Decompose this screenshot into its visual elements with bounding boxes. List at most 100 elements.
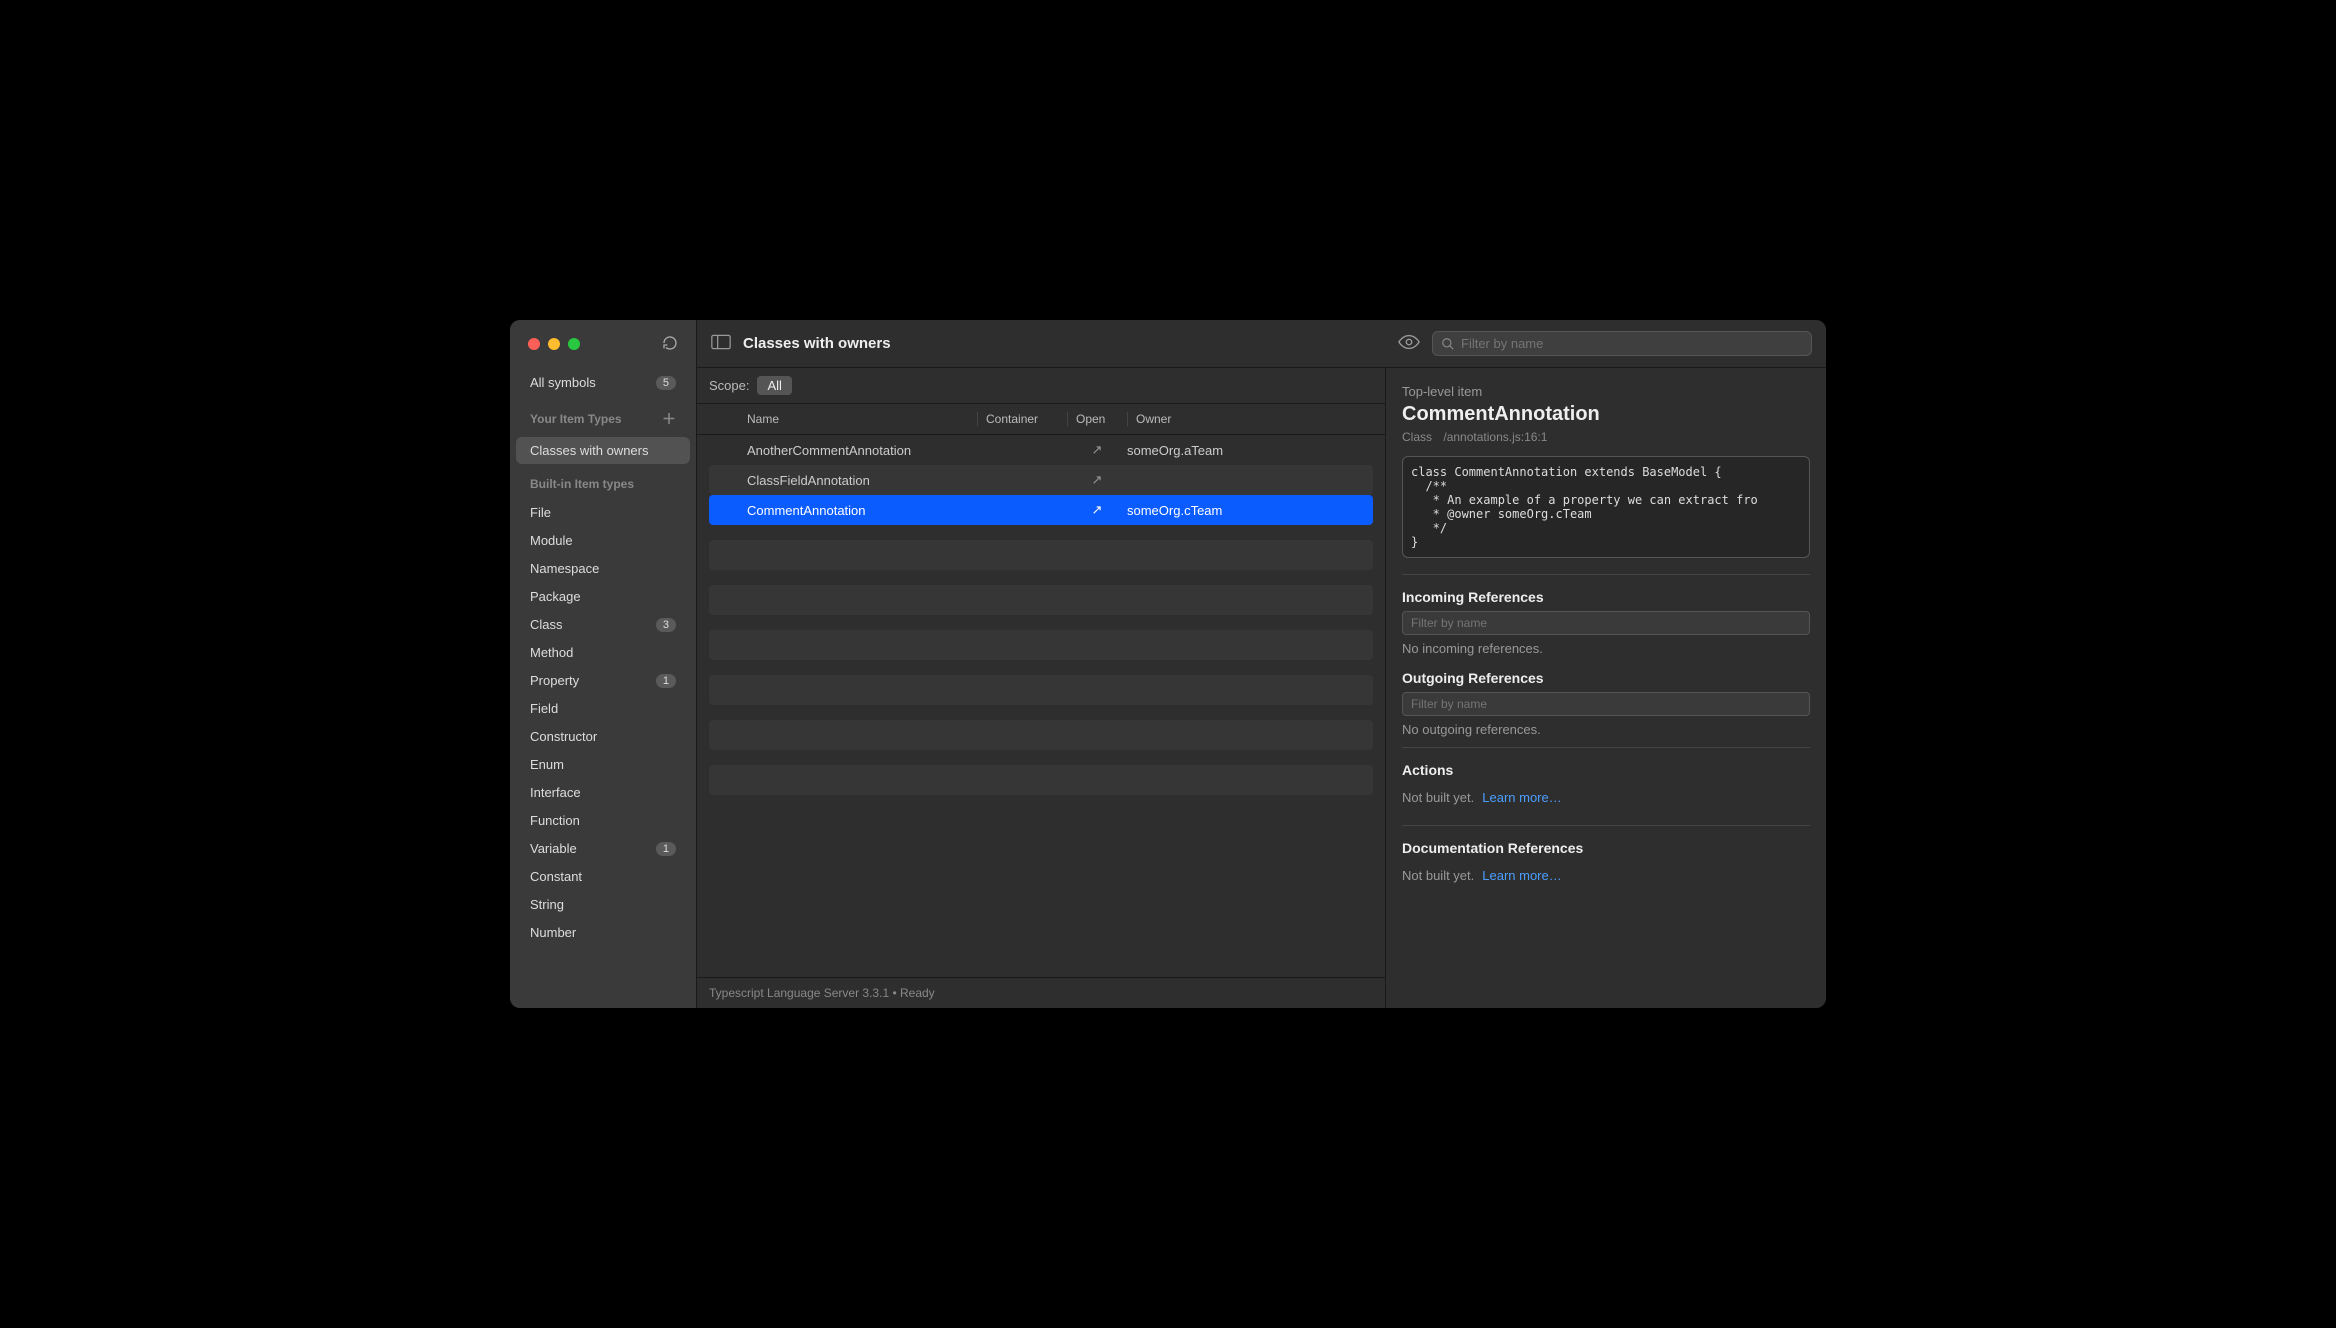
table-row[interactable]: ClassFieldAnnotation ↗ bbox=[709, 465, 1373, 495]
sidebar-item-constant[interactable]: Constant bbox=[516, 863, 690, 890]
placeholder-row bbox=[709, 675, 1373, 705]
sidebar-item-label: Package bbox=[530, 589, 581, 604]
search-icon bbox=[1441, 337, 1455, 351]
sidebar-item-label: Function bbox=[530, 813, 580, 828]
detail-pane: Top-level item CommentAnnotation Class /… bbox=[1386, 368, 1826, 1008]
refresh-button[interactable] bbox=[662, 335, 678, 354]
sidebar-item-label: Namespace bbox=[530, 561, 599, 576]
sidebar-item-label: Number bbox=[530, 925, 576, 940]
sidebar-item-function[interactable]: Function bbox=[516, 807, 690, 834]
detail-meta: Class /annotations.js:16:1 bbox=[1402, 430, 1810, 444]
row-owner: someOrg.cTeam bbox=[1127, 503, 1307, 518]
sidebar-item-module[interactable]: Module bbox=[516, 527, 690, 554]
outgoing-filter-input[interactable] bbox=[1402, 692, 1810, 716]
minimize-window-button[interactable] bbox=[548, 338, 560, 350]
sidebar-item-label: Module bbox=[530, 533, 573, 548]
sidebar-item-label: File bbox=[530, 505, 551, 520]
add-type-button[interactable]: ＋ bbox=[662, 409, 676, 429]
docrefs-learn-more-link[interactable]: Learn more… bbox=[1482, 868, 1561, 883]
placeholder-row bbox=[709, 720, 1373, 750]
table-header: Name Container Open Owner bbox=[697, 404, 1385, 435]
open-link-icon[interactable]: ↗ bbox=[1067, 442, 1127, 458]
sidebar-item-label: Variable bbox=[530, 841, 577, 856]
row-name: ClassFieldAnnotation bbox=[747, 473, 977, 488]
outgoing-empty: No outgoing references. bbox=[1402, 722, 1810, 737]
sidebar-item-file[interactable]: File bbox=[516, 499, 690, 526]
sidebar-item-interface[interactable]: Interface bbox=[516, 779, 690, 806]
sidebar-item-package[interactable]: Package bbox=[516, 583, 690, 610]
status-bar: Typescript Language Server 3.3.1 • Ready bbox=[697, 977, 1385, 1008]
toolbar: Classes with owners bbox=[697, 320, 1826, 368]
scope-value[interactable]: All bbox=[757, 376, 791, 395]
detail-kind: Class bbox=[1402, 430, 1432, 444]
count-badge: 5 bbox=[656, 376, 676, 390]
sidebar-item-label: Constructor bbox=[530, 729, 597, 744]
sidebar-item-string[interactable]: String bbox=[516, 891, 690, 918]
titlebar bbox=[510, 320, 696, 368]
search-field[interactable] bbox=[1432, 331, 1812, 356]
detail-path: /annotations.js:16:1 bbox=[1443, 430, 1547, 444]
main-pane: Classes with owners Scope: All Name Cont… bbox=[697, 320, 1826, 1008]
heading-label: Your Item Types bbox=[530, 412, 622, 426]
sidebar-item-namespace[interactable]: Namespace bbox=[516, 555, 690, 582]
sidebar-item-label: String bbox=[530, 897, 564, 912]
sidebar-item-label: Field bbox=[530, 701, 558, 716]
incoming-empty: No incoming references. bbox=[1402, 641, 1810, 656]
placeholder-row bbox=[709, 540, 1373, 570]
docrefs-not-built: Not built yet. bbox=[1402, 868, 1474, 883]
sidebar-item-label: Interface bbox=[530, 785, 581, 800]
open-link-icon[interactable]: ↗ bbox=[1067, 472, 1127, 488]
column-container[interactable]: Container bbox=[977, 412, 1067, 426]
close-window-button[interactable] bbox=[528, 338, 540, 350]
outgoing-refs-title: Outgoing References bbox=[1402, 670, 1810, 686]
column-name[interactable]: Name bbox=[747, 412, 977, 426]
actions-title: Actions bbox=[1402, 762, 1810, 778]
sidebar-item-variable[interactable]: Variable 1 bbox=[516, 835, 690, 862]
sidebar-item-class[interactable]: Class 3 bbox=[516, 611, 690, 638]
count-badge: 3 bbox=[656, 618, 676, 632]
placeholder-row bbox=[709, 585, 1373, 615]
detail-subtitle: Top-level item bbox=[1402, 384, 1810, 399]
sidebar: All symbols 5 Your Item Types ＋ Classes … bbox=[510, 320, 697, 1008]
zoom-window-button[interactable] bbox=[568, 338, 580, 350]
sidebar-item-label: All symbols bbox=[530, 375, 596, 390]
sidebar-item-number[interactable]: Number bbox=[516, 919, 690, 946]
row-owner: someOrg.aTeam bbox=[1127, 443, 1307, 458]
sidebar-item-enum[interactable]: Enum bbox=[516, 751, 690, 778]
sidebar-heading-builtin: Built-in Item types bbox=[516, 471, 690, 497]
heading-label: Built-in Item types bbox=[530, 477, 634, 491]
visibility-toggle-button[interactable] bbox=[1398, 334, 1420, 353]
count-badge: 1 bbox=[656, 842, 676, 856]
sidebar-toggle-button[interactable] bbox=[711, 334, 731, 353]
column-owner[interactable]: Owner bbox=[1127, 412, 1307, 426]
table-row[interactable]: CommentAnnotation ↗someOrg.cTeam bbox=[709, 495, 1373, 525]
placeholder-row bbox=[709, 630, 1373, 660]
sidebar-item-label: Method bbox=[530, 645, 573, 660]
count-badge: 1 bbox=[656, 674, 676, 688]
search-input[interactable] bbox=[1461, 336, 1803, 351]
sidebar-item-constructor[interactable]: Constructor bbox=[516, 723, 690, 750]
row-name: CommentAnnotation bbox=[747, 503, 977, 518]
sidebar-item-all-symbols[interactable]: All symbols 5 bbox=[516, 369, 690, 396]
app-window: All symbols 5 Your Item Types ＋ Classes … bbox=[510, 320, 1826, 1008]
actions-not-built: Not built yet. bbox=[1402, 790, 1474, 805]
table-row[interactable]: AnotherCommentAnnotation↗someOrg.aTeam bbox=[709, 435, 1373, 465]
scope-label: Scope: bbox=[709, 378, 749, 393]
actions-learn-more-link[interactable]: Learn more… bbox=[1482, 790, 1561, 805]
sidebar-item-label: Class bbox=[530, 617, 563, 632]
content-area: Scope: All Name Container Open Owner Ano… bbox=[697, 368, 1826, 1008]
scope-bar: Scope: All bbox=[697, 368, 1385, 404]
table-body: AnotherCommentAnnotation↗someOrg.aTeamCl… bbox=[697, 435, 1385, 977]
sidebar-item-method[interactable]: Method bbox=[516, 639, 690, 666]
placeholder-row bbox=[709, 765, 1373, 795]
list-pane: Scope: All Name Container Open Owner Ano… bbox=[697, 368, 1386, 1008]
sidebar-item-label: Property bbox=[530, 673, 579, 688]
column-open[interactable]: Open bbox=[1067, 412, 1127, 426]
sidebar-item-classes-with-owners[interactable]: Classes with owners bbox=[516, 437, 690, 464]
sidebar-heading-your-types: Your Item Types ＋ bbox=[516, 403, 690, 435]
incoming-filter-input[interactable] bbox=[1402, 611, 1810, 635]
open-link-icon[interactable]: ↗ bbox=[1067, 502, 1127, 518]
sidebar-item-label: Enum bbox=[530, 757, 564, 772]
sidebar-item-field[interactable]: Field bbox=[516, 695, 690, 722]
sidebar-item-property[interactable]: Property 1 bbox=[516, 667, 690, 694]
